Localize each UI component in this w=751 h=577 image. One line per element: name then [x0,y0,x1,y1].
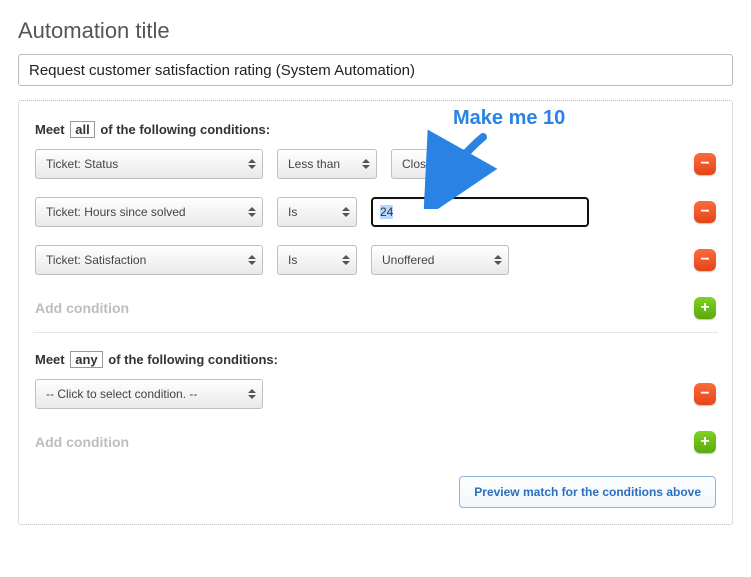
condition-field-select[interactable]: -- Click to select condition. -- [35,379,263,409]
updown-caret-icon [494,255,502,265]
page-title: Automation title [18,18,733,44]
add-condition-button[interactable]: + [694,431,716,453]
updown-caret-icon [342,207,350,217]
updown-caret-icon [248,389,256,399]
select-value: Is [288,205,297,219]
add-condition-row: Add condition + [35,426,716,458]
meet-all-suffix: of the following conditions: [100,122,270,137]
condition-row: Ticket: Satisfaction Is Unoffered − [35,244,716,276]
updown-caret-icon [362,159,370,169]
meet-any-heading: Meet any of the following conditions: [35,351,716,368]
preview-button[interactable]: Preview match for the conditions above [459,476,716,508]
meet-all-mode: all [70,121,94,138]
select-value: Less than [288,157,340,171]
remove-condition-button[interactable]: − [694,153,716,175]
select-value: Closed [402,157,439,171]
select-value: Is [288,253,297,267]
updown-caret-icon [248,159,256,169]
meet-any-mode: any [70,351,102,368]
condition-value-input[interactable] [371,197,589,227]
automation-title-input[interactable] [18,54,733,86]
select-value: Ticket: Hours since solved [46,205,186,219]
condition-field-select[interactable]: Ticket: Hours since solved [35,197,263,227]
condition-row: -- Click to select condition. -- − [35,378,716,410]
preview-row: Preview match for the conditions above [35,476,716,508]
meet-all-heading: Meet all of the following conditions: [35,121,716,138]
select-value: Ticket: Status [46,157,118,171]
condition-operator-select[interactable]: Is [277,197,357,227]
condition-field-select[interactable]: Ticket: Satisfaction [35,245,263,275]
meet-any-prefix: Meet [35,352,65,367]
select-value: Unoffered [382,253,434,267]
condition-row: Ticket: Status Less than Closed − [35,148,716,180]
updown-caret-icon [248,207,256,217]
conditions-panel: Meet all of the following conditions: Ti… [18,100,733,525]
remove-condition-button[interactable]: − [694,249,716,271]
section-divider [33,332,718,333]
condition-operator-select[interactable]: Less than [277,149,377,179]
meet-all-prefix: Meet [35,122,65,137]
condition-field-select[interactable]: Ticket: Status [35,149,263,179]
condition-row: Ticket: Hours since solved Is − [35,196,716,228]
add-condition-row: Add condition + [35,292,716,324]
condition-operator-select[interactable]: Is [277,245,357,275]
remove-condition-button[interactable]: − [694,201,716,223]
add-condition-button[interactable]: + [694,297,716,319]
updown-caret-icon [342,255,350,265]
add-condition-label: Add condition [35,434,129,450]
condition-value-select[interactable]: Unoffered [371,245,509,275]
condition-value-select[interactable]: Closed [391,149,467,179]
remove-condition-button[interactable]: − [694,383,716,405]
add-condition-label: Add condition [35,300,129,316]
select-value: -- Click to select condition. -- [46,387,197,401]
select-value: Ticket: Satisfaction [46,253,146,267]
meet-any-suffix: of the following conditions: [108,352,278,367]
updown-caret-icon [452,159,460,169]
updown-caret-icon [248,255,256,265]
